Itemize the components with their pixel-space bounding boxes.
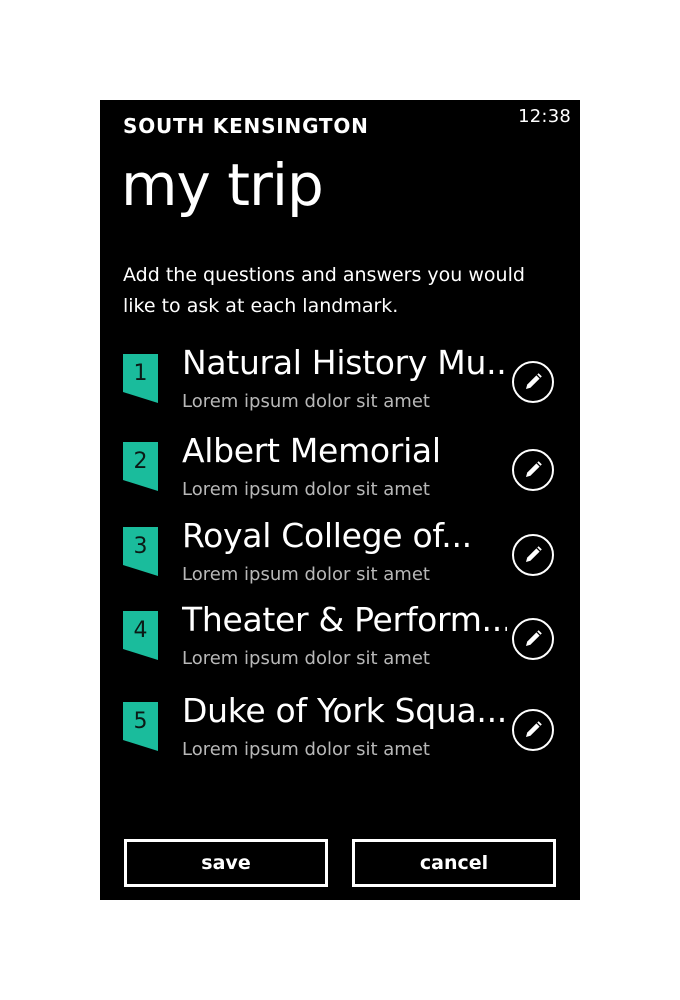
edit-button[interactable] <box>512 361 554 403</box>
landmark-subtitle: Lorem ipsum dolor sit amet <box>182 479 430 500</box>
number-marker: 3 <box>123 527 158 565</box>
marker-tail <box>123 392 158 403</box>
landmark-title: Duke of York Squa... <box>182 691 507 730</box>
number-marker: 4 <box>123 611 158 649</box>
pencil-icon <box>526 373 542 389</box>
pencil-icon <box>526 630 542 646</box>
landmark-title: Royal College of... <box>182 516 472 555</box>
marker-tail <box>123 649 158 660</box>
phone-screen: 12:38 SOUTH KENSINGTON my trip Add the q… <box>100 100 580 900</box>
list-item[interactable]: 2 Albert Memorial Lorem ipsum dolor sit … <box>100 431 580 506</box>
list-item[interactable]: 4 Theater & Perform... Lorem ipsum dolor… <box>100 600 580 675</box>
marker-number: 1 <box>133 361 148 386</box>
marker-tail <box>123 740 158 751</box>
edit-button[interactable] <box>512 709 554 751</box>
landmark-subtitle: Lorem ipsum dolor sit amet <box>182 564 430 585</box>
list-item[interactable]: 5 Duke of York Squa... Lorem ipsum dolor… <box>100 691 580 766</box>
edit-button[interactable] <box>512 618 554 660</box>
edit-button[interactable] <box>512 534 554 576</box>
marker-number: 5 <box>133 709 148 734</box>
landmark-subtitle: Lorem ipsum dolor sit amet <box>182 739 430 760</box>
marker-number: 2 <box>133 449 148 474</box>
pencil-icon <box>526 461 542 477</box>
cancel-button[interactable]: cancel <box>352 839 556 887</box>
pencil-icon <box>526 721 542 737</box>
marker-tail <box>123 480 158 491</box>
page-title: my trip <box>121 151 324 219</box>
intro-text: Add the questions and answers you would … <box>123 264 525 317</box>
landmark-subtitle: Lorem ipsum dolor sit amet <box>182 648 430 669</box>
marker-number: 4 <box>133 618 148 643</box>
edit-button[interactable] <box>512 449 554 491</box>
save-button[interactable]: save <box>124 839 328 887</box>
list-item[interactable]: 3 Royal College of... Lorem ipsum dolor … <box>100 516 580 591</box>
status-clock: 12:38 <box>518 106 571 127</box>
pencil-icon <box>526 546 542 562</box>
app-name: SOUTH KENSINGTON <box>123 114 369 138</box>
number-marker: 2 <box>123 442 158 480</box>
landmark-title: Natural History Mu... <box>182 343 507 382</box>
number-marker: 5 <box>123 702 158 740</box>
landmark-subtitle: Lorem ipsum dolor sit amet <box>182 391 430 412</box>
marker-number: 3 <box>133 534 148 559</box>
list-item[interactable]: 1 Natural History Mu... Lorem ipsum dolo… <box>100 343 580 418</box>
landmark-title: Theater & Perform... <box>182 600 507 639</box>
number-marker: 1 <box>123 354 158 392</box>
marker-tail <box>123 565 158 576</box>
landmark-title: Albert Memorial <box>182 431 441 470</box>
